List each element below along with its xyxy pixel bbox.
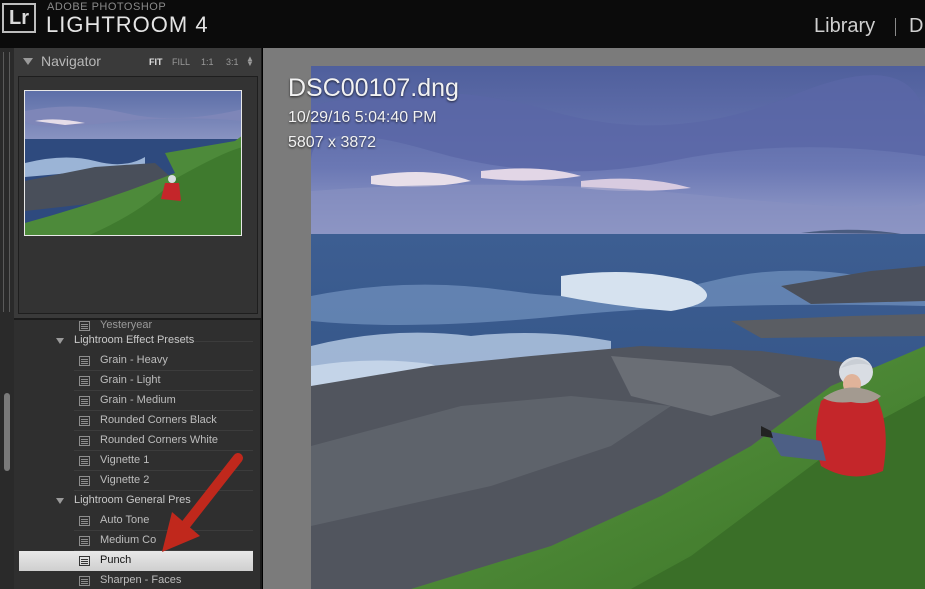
module-separator xyxy=(895,18,896,36)
preset-icon xyxy=(79,416,90,426)
zoom-stepper-icon[interactable]: ▲ ▼ xyxy=(246,55,254,68)
main-image-view: DSC00107.dng 10/29/16 5:04:40 PM 5807 x … xyxy=(263,48,925,589)
preset-icon xyxy=(79,436,90,446)
photo-dimensions-overlay: 5807 x 3872 xyxy=(288,134,377,151)
photo-datetime-overlay: 10/29/16 5:04:40 PM xyxy=(288,109,437,126)
folder-expand-triangle-icon[interactable] xyxy=(56,338,64,344)
preset-item[interactable]: Rounded Corners White xyxy=(14,431,261,451)
preset-icon xyxy=(79,356,90,366)
navigator-thumbnail[interactable] xyxy=(24,90,242,236)
brand-title: LIGHTROOM 4 xyxy=(46,12,209,37)
left-panel-scrollbar[interactable] xyxy=(4,393,10,471)
preset-item[interactable]: Rounded Corners Black xyxy=(14,411,261,431)
annotation-arrow-icon xyxy=(162,453,243,552)
left-panel-edge xyxy=(0,48,14,589)
preset-item[interactable]: Grain - Light xyxy=(14,371,261,391)
preset-icon xyxy=(79,476,90,486)
preset-icon xyxy=(79,376,90,386)
preset-icon xyxy=(79,516,90,526)
top-bar: Lr ADOBE PHOTOSHOP LIGHTROOM 4 Library D xyxy=(0,0,925,48)
zoom-fill[interactable]: FILL xyxy=(172,57,190,67)
module-tab-library[interactable]: Library xyxy=(814,15,875,38)
photo-filename-overlay: DSC00107.dng xyxy=(288,74,459,102)
collapse-triangle-icon[interactable] xyxy=(23,58,33,65)
zoom-fit[interactable]: FIT xyxy=(149,57,163,67)
preset-icon xyxy=(79,536,90,546)
preset-item[interactable]: Grain - Heavy xyxy=(14,351,261,371)
zoom-3-to-1[interactable]: 3:1 xyxy=(226,57,239,67)
preset-item[interactable]: Sharpen - Faces xyxy=(14,571,261,589)
navigator-panel: Navigator FIT FILL 1:1 3:1 ▲ ▼ xyxy=(14,48,261,320)
main-photo[interactable]: DSC00107.dng 10/29/16 5:04:40 PM 5807 x … xyxy=(311,66,925,589)
preset-item[interactable]: Grain - Medium xyxy=(14,391,261,411)
preset-icon xyxy=(79,576,90,586)
preset-icon xyxy=(79,321,90,331)
panel-collapse-handle[interactable] xyxy=(3,52,10,312)
folder-expand-triangle-icon[interactable] xyxy=(56,498,64,504)
preset-icon xyxy=(79,396,90,406)
preset-icon xyxy=(79,456,90,466)
navigator-title[interactable]: Navigator xyxy=(41,53,101,69)
zoom-1-to-1[interactable]: 1:1 xyxy=(201,57,214,67)
module-tab-develop[interactable]: D xyxy=(909,15,923,38)
lightroom-logo: Lr xyxy=(2,3,36,33)
preset-folder-effect[interactable]: Lightroom Effect Presets xyxy=(14,331,261,351)
preset-icon xyxy=(79,556,90,566)
